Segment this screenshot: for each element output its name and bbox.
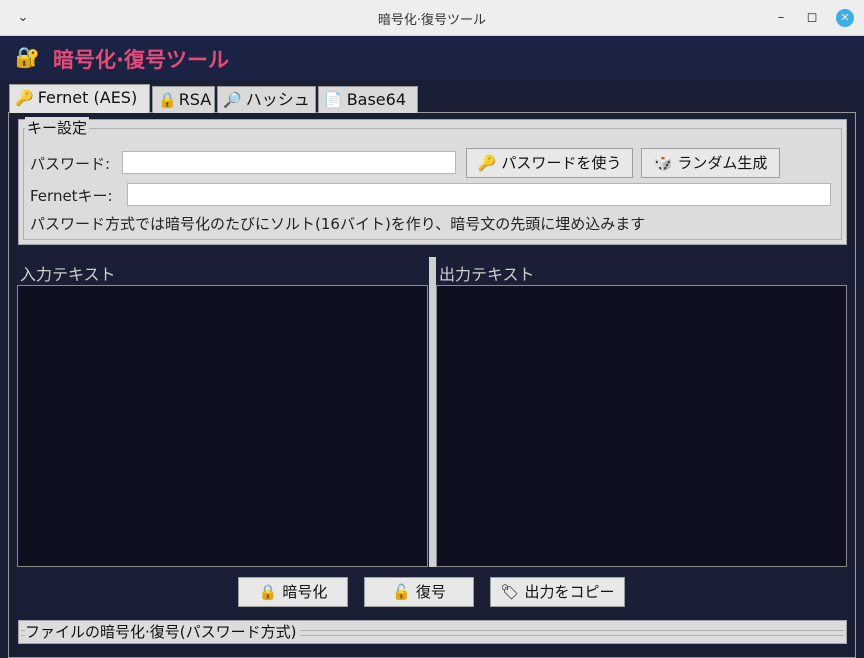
password-label: パスワード: <box>30 155 111 173</box>
file-section-legend: ファイルの暗号化·復号(パスワード方式) <box>25 621 301 642</box>
button-label: 暗号化 <box>282 583 328 601</box>
app-header: 🔐 暗号化·復号ツール <box>0 36 864 80</box>
input-text-label: 入力テキスト <box>20 265 116 284</box>
input-textarea[interactable] <box>17 285 428 567</box>
magnifier-icon: 🔎 <box>223 91 242 109</box>
tab-rsa[interactable]: 🔒 RSA <box>152 86 215 113</box>
key-icon: 🔑 <box>477 154 497 172</box>
tab-label: RSA <box>178 90 212 109</box>
app-title: 暗号化·復号ツール <box>53 48 229 72</box>
tab-label: Fernet (AES) <box>37 88 138 107</box>
password-input[interactable] <box>122 151 456 174</box>
unlock-icon: 🔓 <box>392 583 411 601</box>
key-icon: 🔑 <box>15 89 34 107</box>
close-icon: ✕ <box>840 11 850 24</box>
close-button[interactable]: ✕ <box>836 9 854 27</box>
output-text-label: 出力テキスト <box>439 265 535 284</box>
minimize-button[interactable]: – <box>772 9 790 27</box>
use-password-button[interactable]: 🔑 パスワードを使う <box>466 148 633 178</box>
tab-fernet[interactable]: 🔑 Fernet (AES) <box>9 84 150 113</box>
dice-icon: 🎲 <box>653 154 673 172</box>
button-label: ランダム生成 <box>677 154 768 172</box>
tab-label: ハッシュ <box>245 90 310 109</box>
copy-output-button[interactable]: 🏷 出力をコピー <box>490 577 625 607</box>
tab-base64[interactable]: 📄 Base64 <box>318 86 418 113</box>
password-hint: パスワード方式では暗号化のたびにソルト(16バイト)を作り、暗号文の先頭に埋め込… <box>30 215 646 233</box>
random-generate-button[interactable]: 🎲 ランダム生成 <box>641 148 780 178</box>
tab-label: Base64 <box>346 90 407 109</box>
minimize-icon: – <box>777 10 785 25</box>
fernet-key-input[interactable] <box>127 183 831 206</box>
tab-hash[interactable]: 🔎 ハッシュ <box>217 86 316 113</box>
tag-icon: 🏷 <box>500 583 520 601</box>
decrypt-button[interactable]: 🔓 復号 <box>364 577 474 607</box>
button-label: 出力をコピー <box>524 583 615 601</box>
button-label: パスワードを使う <box>501 154 622 172</box>
document-icon: 📄 <box>324 91 343 109</box>
encrypt-button[interactable]: 🔒 暗号化 <box>238 577 348 607</box>
key-settings-legend: キー設定 <box>25 117 90 138</box>
maximize-button[interactable]: ◻ <box>803 9 821 27</box>
button-label: 復号 <box>415 583 446 601</box>
window-title: 暗号化·復号ツール <box>377 13 487 28</box>
maximize-icon: ◻ <box>806 10 818 25</box>
file-encrypt-group: ファイルの暗号化·復号(パスワード方式) <box>18 620 847 644</box>
lock-icon: 🔐 <box>15 45 40 69</box>
pane-splitter[interactable] <box>429 257 436 567</box>
fernet-key-label: Fernetキー: <box>30 187 113 205</box>
lock-icon: 🔒 <box>258 583 278 601</box>
lock-icon: 🔒 <box>158 91 177 109</box>
output-textarea[interactable] <box>436 285 847 567</box>
window-titlebar: chevron-down-icon⌄ 暗号化·復号ツール – ◻ ✕ <box>0 0 864 36</box>
